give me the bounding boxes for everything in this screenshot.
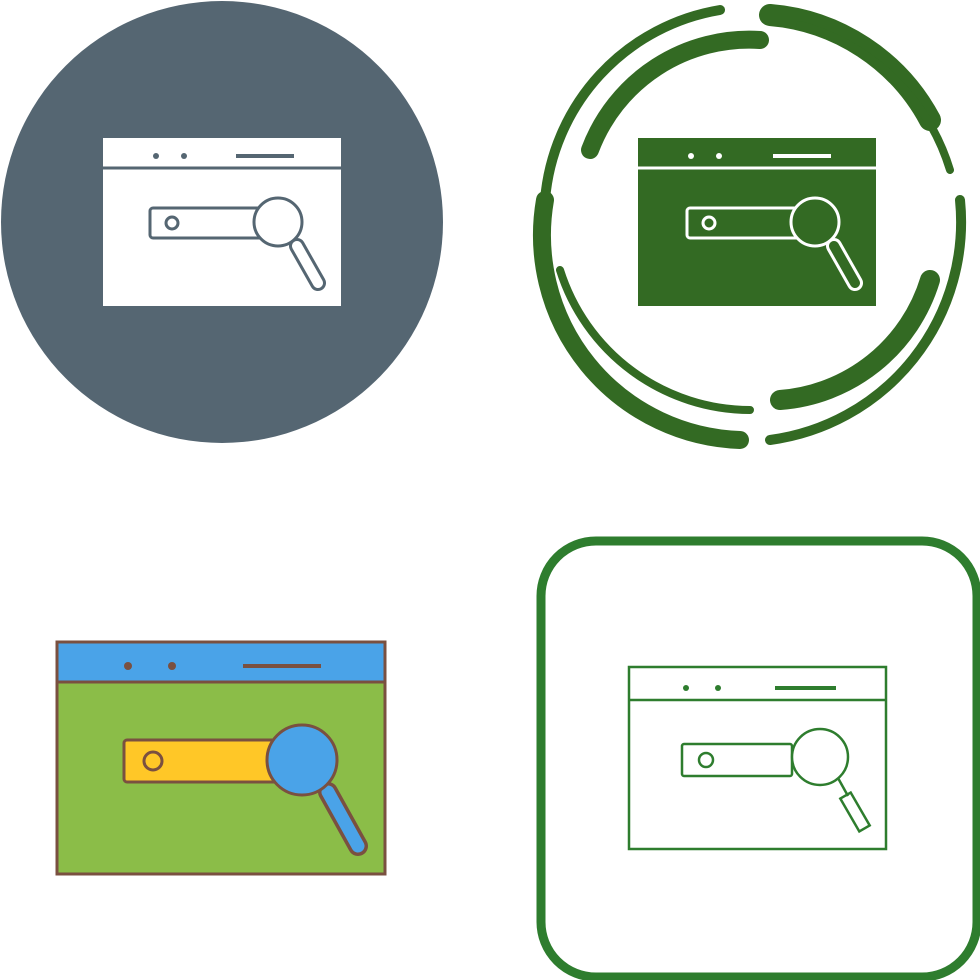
browser-search-icon-swirl-ring [490, 0, 980, 490]
search-bar [122, 738, 286, 784]
search-bar [685, 206, 809, 240]
browser-search-icon-glyph-circle [0, 0, 490, 490]
browser-search-icon-line-rounded-square [490, 490, 980, 980]
window-dot-2 [715, 685, 721, 691]
browser-search-icon [55, 640, 387, 876]
browser-search-icon [1, 1, 443, 443]
search-bar [148, 206, 272, 240]
browser-search-icon [536, 536, 980, 980]
browser-search-icon [532, 4, 967, 449]
browser-search-icon-flat-color [0, 490, 490, 980]
rounded-square-frame [536, 536, 980, 980]
window-dot-1 [683, 685, 689, 691]
